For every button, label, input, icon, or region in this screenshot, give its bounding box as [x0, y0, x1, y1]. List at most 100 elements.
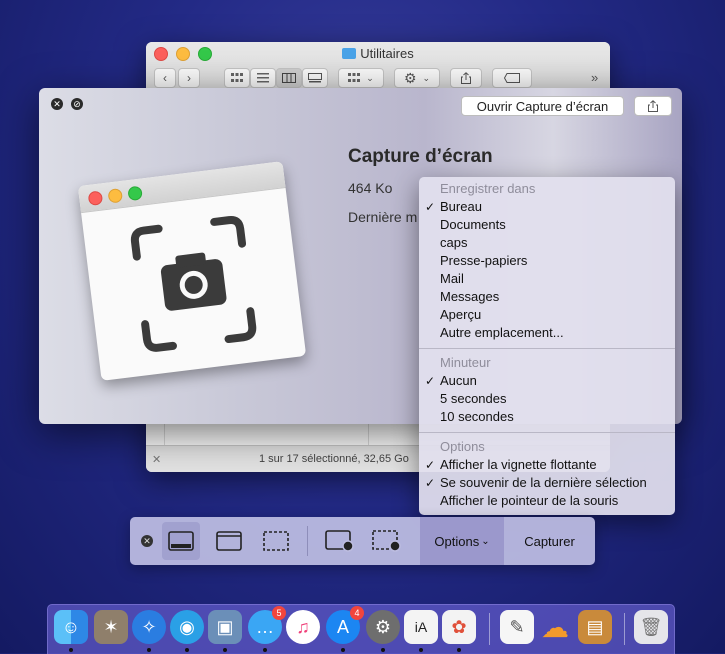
running-indicator	[147, 648, 151, 652]
checkmark-icon: ✓	[425, 458, 436, 472]
cloud-icon[interactable]: ☁	[538, 610, 572, 644]
messages-badge: 5	[272, 606, 286, 620]
trash-icon[interactable]: 🗑	[634, 610, 668, 644]
running-indicator	[419, 648, 423, 652]
menu-separator	[419, 432, 675, 433]
ia-writer-icon[interactable]: iA	[404, 610, 438, 644]
tags-button[interactable]	[492, 68, 532, 88]
pixelmator-icon[interactable]: ✿	[442, 610, 476, 644]
finder-icon[interactable]: ☺	[54, 610, 88, 644]
columns-icon	[282, 73, 296, 83]
column-divider	[368, 423, 369, 447]
record-selection-button[interactable]	[368, 522, 406, 560]
menu-item-mail[interactable]: Mail	[419, 270, 675, 288]
close-icon[interactable]: ✕	[141, 535, 153, 547]
menu-item-remember-selection[interactable]: ✓ Se souvenir de la dernière sélection	[419, 474, 675, 492]
gear-icon: ⚙	[403, 69, 417, 86]
group-by-button[interactable]: ⌄	[338, 68, 384, 88]
folder-icon	[342, 48, 357, 59]
app-store-icon[interactable]: A4	[326, 606, 364, 644]
options-button[interactable]: Options ⌄	[420, 517, 504, 565]
dock-separator	[489, 613, 490, 645]
checkmark-icon: ✓	[425, 374, 436, 388]
chevron-down-icon: ⌄	[422, 72, 431, 83]
preview-icon[interactable]: ▣	[208, 610, 242, 644]
gallery-view-button[interactable]	[302, 68, 328, 88]
close-icon[interactable]: ✕	[51, 98, 63, 110]
share-icon	[648, 100, 658, 112]
list-view-button[interactable]	[250, 68, 276, 88]
menu-header-save: Enregistrer dans	[440, 181, 536, 196]
share-icon	[461, 72, 471, 84]
app-modified: Dernière m	[348, 209, 418, 225]
menu-item-bureau[interactable]: ✓ Bureau	[419, 198, 675, 216]
document-icon[interactable]: ✎	[500, 610, 534, 644]
menu-item-documents[interactable]: Documents	[419, 216, 675, 234]
grid-icon	[231, 73, 243, 82]
running-indicator	[263, 648, 267, 652]
capture-button[interactable]: Capturer	[504, 517, 595, 565]
menu-separator	[419, 348, 675, 349]
options-menu: Enregistrer dans ✓ Bureau Documents caps …	[419, 177, 675, 515]
capture-window-button[interactable]	[210, 522, 248, 560]
menu-item-other-location[interactable]: Autre emplacement...	[419, 324, 675, 342]
checkmark-icon: ✓	[425, 476, 436, 490]
record-selection-icon	[372, 530, 401, 552]
finder-title: Utilitaires	[146, 46, 610, 61]
close-all-icon[interactable]: ⊘	[71, 98, 83, 110]
grid-icon	[348, 73, 361, 82]
record-screen-button[interactable]	[321, 522, 359, 560]
chevron-down-icon: ⌄	[481, 535, 490, 547]
selection-icon	[263, 531, 289, 551]
shield-icon[interactable]: ✶	[94, 610, 128, 644]
list-icon	[257, 73, 269, 83]
menu-item-floating-thumbnail[interactable]: ✓ Afficher la vignette flottante	[419, 456, 675, 474]
overflow-chevron-icon[interactable]: »	[591, 70, 598, 85]
share-button[interactable]	[450, 68, 482, 88]
menu-item-clipboard[interactable]: Presse-papiers	[419, 252, 675, 270]
capture-entire-screen-button[interactable]	[162, 522, 200, 560]
running-indicator	[69, 648, 73, 652]
dock: ☺ ✶ ✧ ◉ ▣ … 5 ♫ A4 ⚙ iA ✿ ✎ ☁ ▤ 🗑	[47, 604, 675, 654]
menu-header-timer: Minuteur	[440, 355, 491, 370]
finder-status-text: 1 sur 17 sélectionné, 32,65 Go	[259, 453, 409, 465]
checkmark-icon: ✓	[425, 200, 436, 214]
menu-item-show-pointer[interactable]: Afficher le pointeur de la souris	[419, 492, 675, 510]
resize-icon[interactable]: ✕	[152, 453, 161, 466]
running-indicator	[341, 648, 345, 652]
image-folder-icon[interactable]: ▤	[578, 610, 612, 644]
screen-icon	[168, 531, 194, 551]
open-app-button[interactable]: Ouvrir Capture d’écran	[461, 96, 624, 116]
menu-item-timer-5s[interactable]: 5 secondes	[419, 390, 675, 408]
tag-icon	[504, 73, 520, 83]
running-indicator	[223, 648, 227, 652]
menu-header-options: Options	[440, 439, 485, 454]
app-size: 464 Ko	[348, 180, 393, 196]
capture-selection-button[interactable]	[257, 522, 295, 560]
back-button[interactable]: ‹	[154, 68, 176, 88]
icon-view-button[interactable]	[224, 68, 250, 88]
screenshot-app-icon	[77, 161, 307, 381]
record-screen-icon	[325, 530, 354, 552]
chevron-down-icon: ⌄	[366, 72, 374, 83]
column-view-button[interactable]	[276, 68, 302, 88]
system-preferences-icon[interactable]: ⚙	[366, 610, 400, 644]
tweetbot-icon[interactable]: ◉	[170, 610, 204, 644]
menu-item-caps[interactable]: caps	[419, 234, 675, 252]
menu-item-timer-10s[interactable]: 10 secondes	[419, 408, 675, 426]
menu-item-timer-none[interactable]: ✓ Aucun	[419, 372, 675, 390]
toolbar-separator	[307, 526, 308, 556]
forward-button[interactable]: ›	[178, 68, 200, 88]
action-button[interactable]: ⚙ ⌄	[394, 68, 440, 88]
dock-separator	[624, 613, 625, 645]
menu-item-preview[interactable]: Aperçu	[419, 306, 675, 324]
messages-icon[interactable]: … 5	[248, 606, 286, 644]
menu-item-messages[interactable]: Messages	[419, 288, 675, 306]
column-divider	[164, 423, 165, 447]
running-indicator	[381, 648, 385, 652]
safari-icon[interactable]: ✧	[132, 610, 166, 644]
window-icon	[216, 531, 242, 551]
app-title: Capture d’écran	[348, 146, 493, 167]
panel-share-button[interactable]	[634, 96, 672, 116]
music-icon[interactable]: ♫	[286, 610, 320, 644]
